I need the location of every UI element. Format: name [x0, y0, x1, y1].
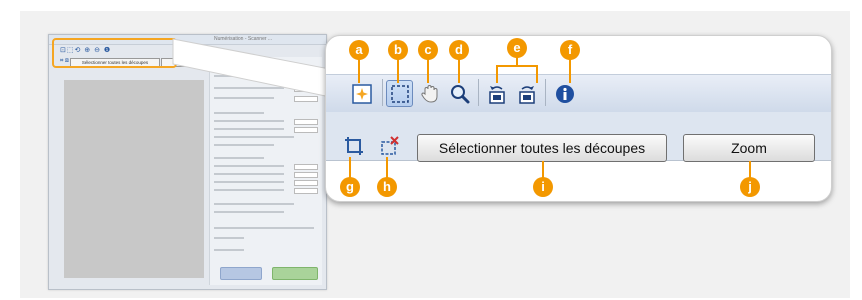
- zoom-tool-button[interactable]: [446, 80, 473, 107]
- callout-badge-a: a: [349, 40, 369, 60]
- callout-badge-h: h: [377, 177, 397, 197]
- information-button[interactable]: [551, 80, 578, 107]
- rotate-left-button[interactable]: [483, 80, 510, 107]
- callout-badge-b: b: [388, 40, 408, 60]
- zoom-button[interactable]: Zoom: [683, 134, 815, 162]
- hand-tool-button[interactable]: [416, 80, 443, 107]
- crop-icon: [344, 136, 363, 155]
- callout-badge-c: c: [418, 40, 438, 60]
- toolbar-callout-panel: Sélectionner toutes les découpes Zoom: [325, 35, 832, 202]
- callout-badge-e: e: [507, 38, 527, 58]
- select-all-crops-button[interactable]: Sélectionner toutes les découpes: [417, 134, 667, 162]
- callout-badge-g: g: [340, 177, 360, 197]
- auto-crop-button[interactable]: [348, 80, 375, 107]
- hand-icon: [420, 84, 437, 103]
- auto-crop-icon: [351, 83, 372, 104]
- magnifier-icon: [450, 84, 469, 103]
- rotate-right-button[interactable]: [513, 80, 540, 107]
- crop-button[interactable]: [340, 132, 367, 159]
- callout-badge-i: i: [533, 177, 553, 197]
- selection-frame-icon: [390, 84, 409, 103]
- rotate-right-icon: [518, 85, 535, 104]
- callout-badge-d: d: [449, 40, 469, 60]
- delete-crop-button[interactable]: [376, 132, 403, 159]
- delete-crop-icon: [380, 135, 399, 155]
- info-icon: [555, 84, 574, 103]
- selection-frame-button[interactable]: [386, 80, 413, 107]
- rotate-left-icon: [488, 85, 505, 104]
- callout-badge-j: j: [740, 177, 760, 197]
- callout-badge-f: f: [560, 40, 580, 60]
